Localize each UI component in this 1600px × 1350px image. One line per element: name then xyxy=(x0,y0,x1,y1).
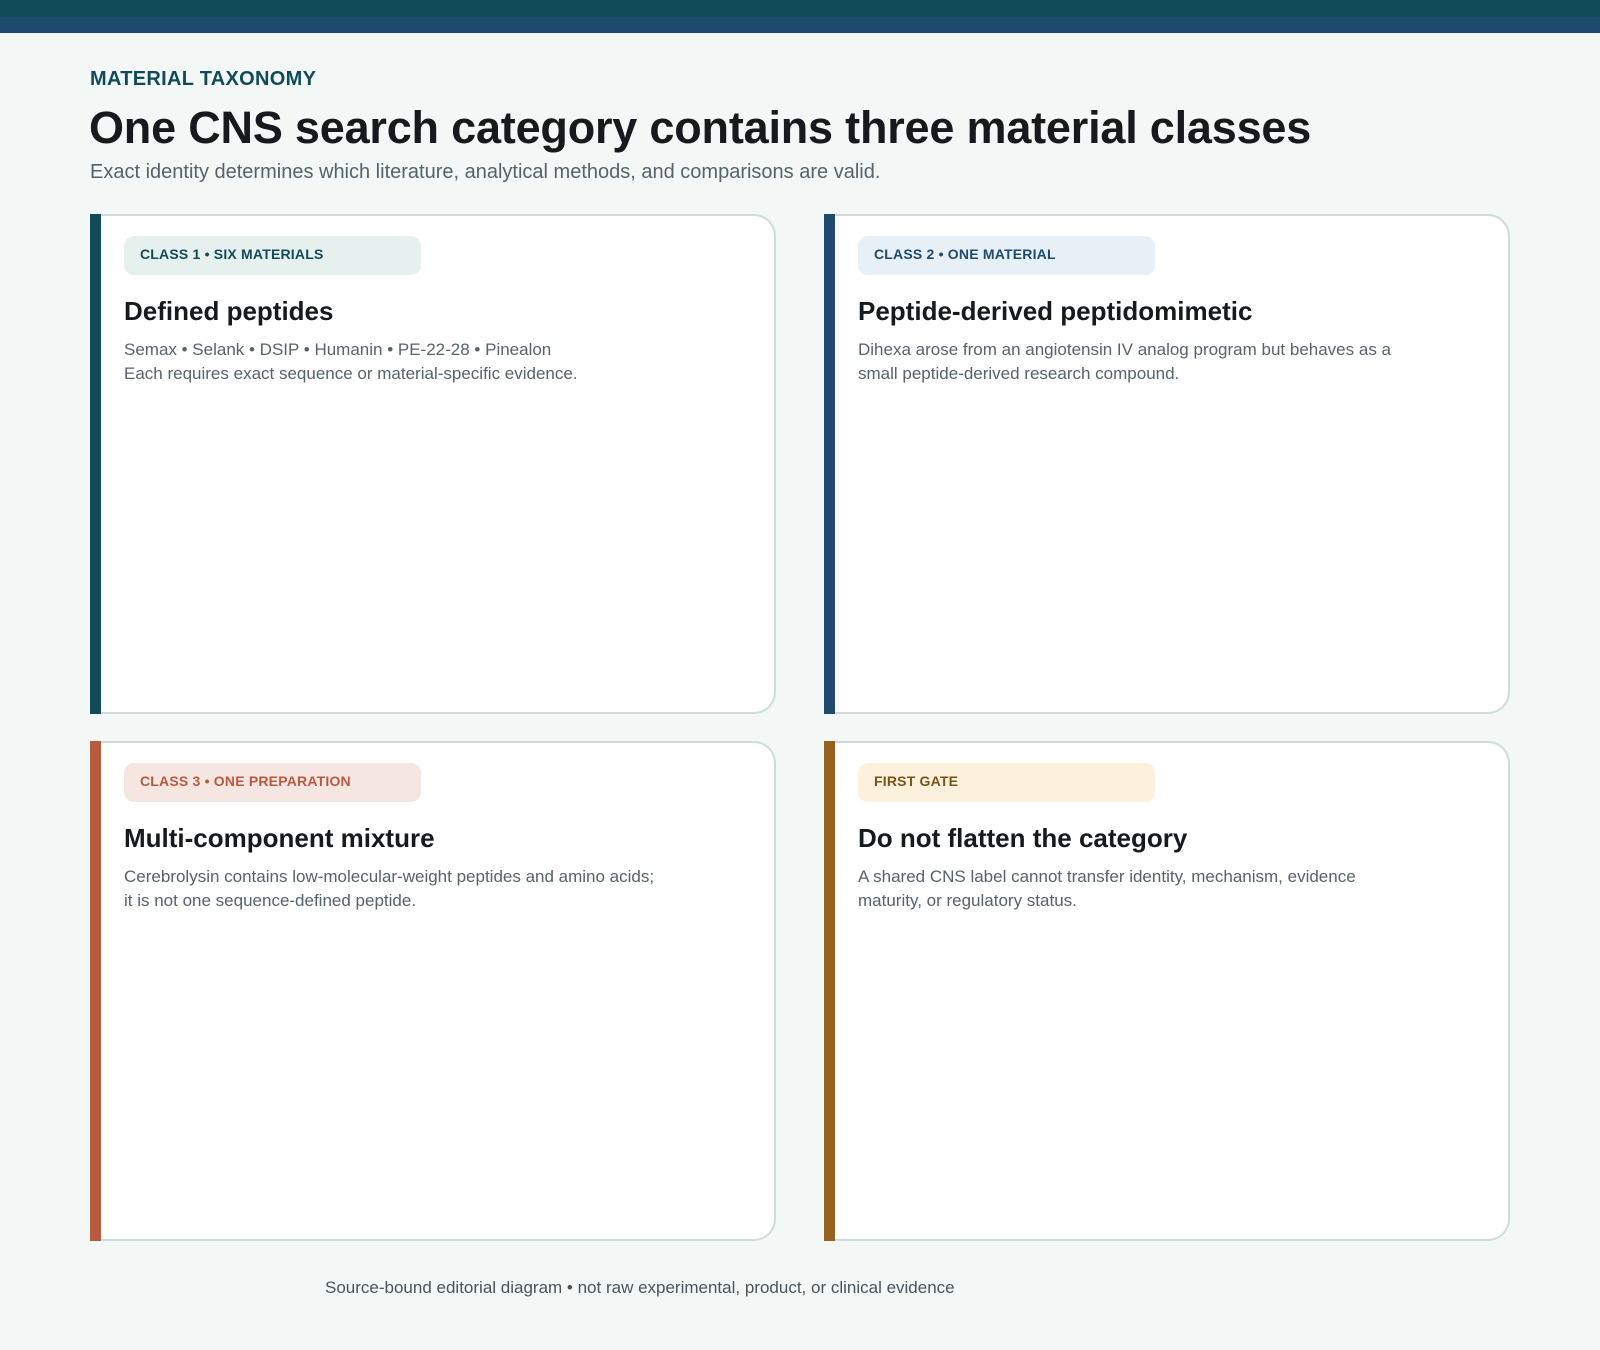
gate-badge: FIRST GATE xyxy=(858,763,1155,802)
material-list: Semax • Selank • DSIP • Humanin • PE-22-… xyxy=(124,340,552,359)
card-first-gate: FIRST GATE Do not flatten the category A… xyxy=(824,741,1510,1241)
card-body: Semax • Selank • DSIP • Humanin • PE-22-… xyxy=(124,338,664,386)
card-heading: Peptide-derived peptidomimetic xyxy=(858,296,1253,326)
footer-note: Source-bound editorial diagram • not raw… xyxy=(325,1278,955,1297)
class-badge: CLASS 3 • ONE PREPARATION xyxy=(124,763,421,802)
page-title: One CNS search category contains three m… xyxy=(89,102,1312,153)
card-peptidomimetic: CLASS 2 • ONE MATERIAL Peptide-derived p… xyxy=(824,214,1510,714)
class-badge: CLASS 1 • SIX MATERIALS xyxy=(124,236,421,275)
card-defined-peptides: CLASS 1 • SIX MATERIALS Defined peptides… xyxy=(90,214,776,714)
top-banner xyxy=(0,0,1600,33)
card-heading: Defined peptides xyxy=(124,296,334,326)
card-note: Each requires exact sequence or material… xyxy=(124,364,578,383)
card-accent-bar xyxy=(824,741,835,1241)
card-body: Cerebrolysin contains low-molecular-weig… xyxy=(124,867,655,910)
card-body: Dihexa arose from an angiotensin IV anal… xyxy=(858,340,1391,383)
card-accent-bar xyxy=(90,214,101,714)
card-heading: Do not flatten the category xyxy=(858,823,1188,853)
card-body: A shared CNS label cannot transfer ident… xyxy=(858,867,1356,910)
class-badge: CLASS 2 • ONE MATERIAL xyxy=(858,236,1155,275)
eyebrow-label: MATERIAL TAXONOMY xyxy=(90,68,317,90)
card-heading: Multi-component mixture xyxy=(124,823,435,853)
card-accent-bar xyxy=(824,214,835,714)
card-accent-bar xyxy=(90,741,101,1241)
page-subtitle: Exact identity determines which literatu… xyxy=(90,161,881,183)
card-mixture: CLASS 3 • ONE PREPARATION Multi-componen… xyxy=(90,741,776,1241)
